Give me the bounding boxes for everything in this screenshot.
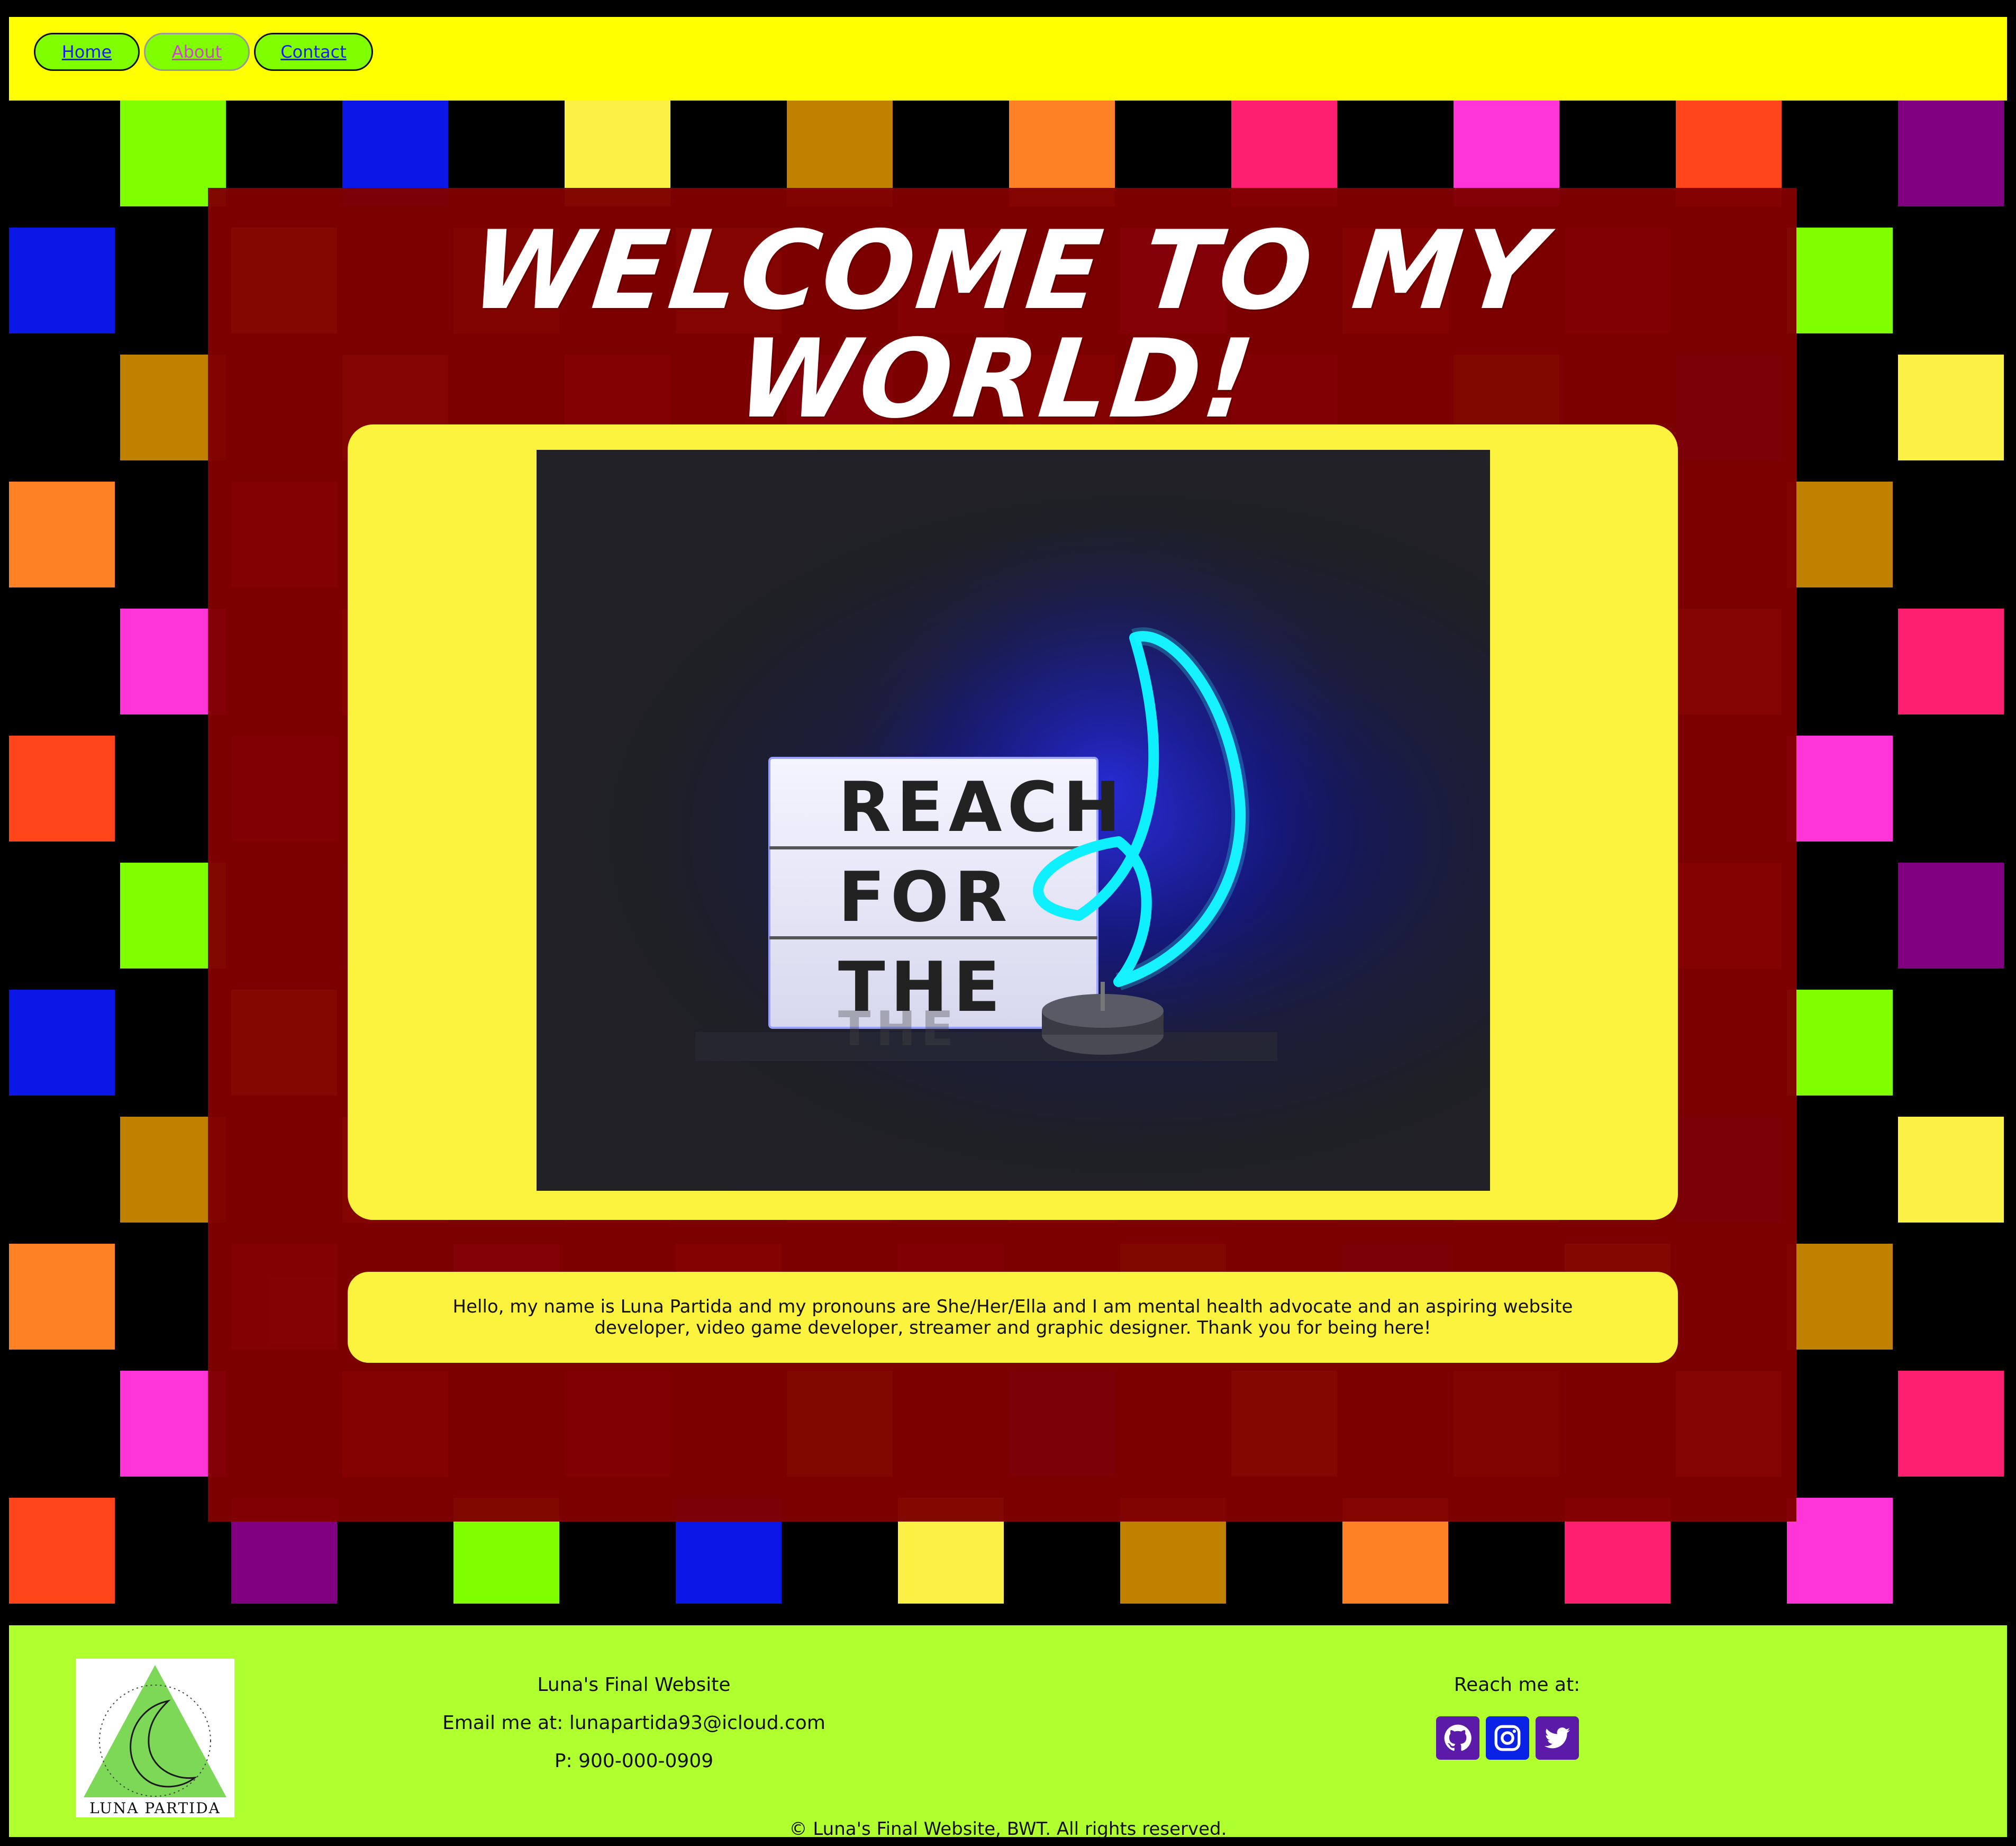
checker-square: [1787, 736, 1893, 841]
checker-square: [1898, 1371, 2004, 1477]
checker-square: [9, 1244, 115, 1350]
footer-phone: P: 900-000-0909: [554, 1750, 714, 1772]
nav-home-button[interactable]: Home: [34, 33, 140, 71]
hero-image: REACH FOR THE THE: [537, 450, 1490, 1191]
checker-square: [9, 482, 115, 587]
reach-label: Reach me at:: [1454, 1674, 1581, 1696]
checker-square: [1787, 990, 1893, 1096]
copyright-text: © Luna's Final Website, BWT. All rights …: [789, 1818, 1227, 1840]
checker-square: [9, 228, 115, 333]
bio-text: Hello, my name is Luna Partida and my pr…: [452, 1296, 1573, 1338]
logo-text: LUNA PARTIDA: [89, 1799, 221, 1817]
github-icon[interactable]: [1436, 1716, 1479, 1760]
checker-square: [1787, 1244, 1893, 1350]
nav-about-button[interactable]: About: [144, 33, 250, 71]
checker-square: [1787, 482, 1893, 587]
page-title: WELCOME TO MY WORLD!: [465, 208, 1551, 442]
main-panel: WELCOME TO MY WORLD! REACH FOR THE THE H…: [208, 188, 1796, 1522]
footer-email[interactable]: Email me at: lunapartida93@icloud.com: [303, 1712, 965, 1734]
lightbox-line-2: FOR: [838, 857, 1012, 937]
image-card: REACH FOR THE THE: [348, 424, 1678, 1220]
footer: LUNA PARTIDA Luna's Final Website Email …: [9, 1625, 2007, 1840]
instagram-icon[interactable]: [1486, 1716, 1529, 1760]
checker-square: [1787, 1498, 1893, 1604]
bio-card: Hello, my name is Luna Partida and my pr…: [348, 1272, 1678, 1363]
navbar: Home About Contact: [9, 17, 2007, 101]
checker-square: [1898, 355, 2004, 460]
hero-photo-illustration: REACH FOR THE THE: [695, 492, 1404, 1085]
checker-square: [1898, 101, 2004, 206]
lightbox-line-1: REACH: [838, 767, 1126, 847]
checker-square: [9, 736, 115, 841]
checker-square: [1898, 863, 2004, 969]
nav-contact-button[interactable]: Contact: [254, 33, 373, 71]
luna-partida-logo: LUNA PARTIDA: [76, 1659, 234, 1817]
checker-square: [1898, 1117, 2004, 1223]
footer-site-name: Luna's Final Website: [537, 1674, 731, 1696]
checker-square: [9, 1498, 115, 1604]
twitter-icon[interactable]: [1536, 1716, 1579, 1760]
checker-square: [1898, 609, 2004, 714]
checker-square: [9, 990, 115, 1096]
lightbox-reflection: THE: [838, 1001, 959, 1057]
